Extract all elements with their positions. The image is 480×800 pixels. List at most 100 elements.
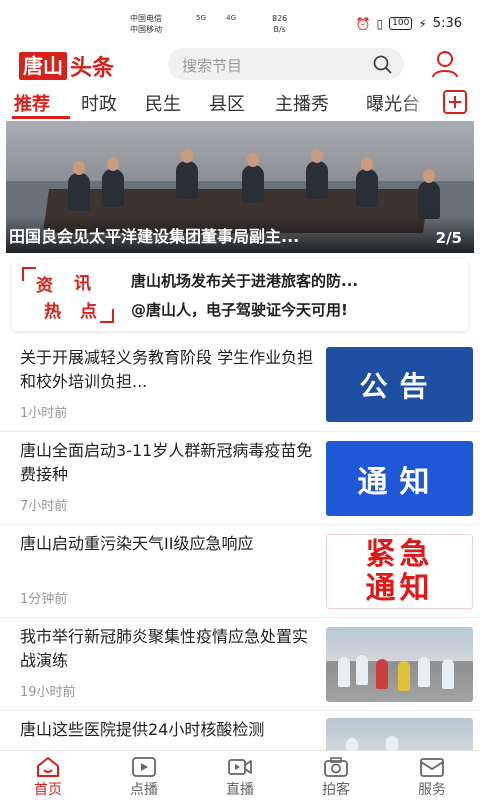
tab-livelihood[interactable]: 民生 xyxy=(145,90,181,116)
nav-label: 拍客 xyxy=(322,782,350,798)
thumbnail-text: 通知 xyxy=(357,464,442,500)
news-time: 19小时前 xyxy=(20,685,76,700)
search-bar[interactable]: 搜索节目 xyxy=(168,48,404,80)
tab-politics[interactable]: 时政 xyxy=(81,90,117,116)
logo-box: 唐山 xyxy=(19,52,67,80)
thumbnail-text: 通知 xyxy=(365,570,434,606)
news-item[interactable]: 我市举行新冠肺炎聚集性疫情应急处置实战演练 19小时前 xyxy=(0,619,480,711)
news-item[interactable]: 唐山全面启动3-11岁人群新冠病毒疫苗免费接种 7小时前 通知 xyxy=(0,433,480,525)
banner-image-figure xyxy=(418,169,440,219)
bottom-nav: 首页 点播 直播 拍客 服务 xyxy=(0,750,480,800)
live-camera-icon xyxy=(228,759,252,775)
add-channel-icon[interactable] xyxy=(443,90,467,114)
news-time: 7小时前 xyxy=(20,499,68,514)
news-title: 关于开展减轻义务教育阶段 学生作业负担和校外培训负担... xyxy=(20,348,314,391)
photo-figure xyxy=(442,659,454,689)
badge-corner xyxy=(100,309,114,323)
banner-image-figure xyxy=(356,157,378,207)
news-feed: 关于开展减轻义务教育阶段 学生作业负担和校外培训负担... 1小时前 公告 唐山… xyxy=(0,340,480,750)
news-thumbnail: 通知 xyxy=(326,441,473,516)
vibrate-icon: ▯ xyxy=(376,16,384,31)
tab-anchor-show[interactable]: 主播秀 xyxy=(275,90,329,116)
headline-carousel[interactable]: 田国良会见太平洋建设集团董事局副主... 2/5 xyxy=(6,121,474,253)
network-2: 4G xyxy=(226,14,237,22)
nav-label: 点播 xyxy=(130,782,158,798)
network-info: 5G 4G xyxy=(196,14,236,22)
category-tabs: 推荐 时政 民生 县区 主播秀 曝光台 xyxy=(0,86,480,120)
active-tab-indicator xyxy=(12,116,70,119)
logo-text: 头条 xyxy=(70,55,115,81)
hot-news-badge: 资 讯 热 点 xyxy=(22,267,114,323)
badge-char: 资 xyxy=(36,276,53,296)
photo-figure xyxy=(398,661,410,691)
hot-news-card[interactable]: 资 讯 热 点 唐山机场发布关于进港旅客的防... @唐山人，电子驾驶证今天可用… xyxy=(12,259,468,331)
news-thumbnail: 紧急 通知 xyxy=(326,534,473,609)
banner-image-figure xyxy=(102,157,124,207)
banner-title: 田国良会见太平洋建设集团董事局副主... xyxy=(9,227,300,246)
tab-fade xyxy=(400,86,440,120)
hot-news-line[interactable]: 唐山机场发布关于进港旅客的防... xyxy=(131,270,461,291)
nav-service[interactable]: 服务 xyxy=(384,751,480,800)
thumbnail-text: 公告 xyxy=(359,369,440,403)
network-1: 5G xyxy=(196,14,206,22)
news-time: 1分钟前 xyxy=(20,592,68,607)
home-icon xyxy=(37,757,59,777)
banner-image-figure xyxy=(68,161,90,211)
tab-counties[interactable]: 县区 xyxy=(209,90,245,116)
charging-icon: ⚡ xyxy=(418,16,427,31)
photo-figure xyxy=(376,659,388,689)
search-icon[interactable] xyxy=(372,54,392,74)
user-profile-icon[interactable] xyxy=(430,49,460,79)
mail-icon xyxy=(420,758,444,777)
nav-label: 直播 xyxy=(226,782,254,798)
tab-recommend[interactable]: 推荐 xyxy=(14,90,50,116)
news-item[interactable]: 唐山启动重污染天气II级应急响应 1分钟前 紧急 通知 xyxy=(0,526,480,618)
play-icon xyxy=(132,757,156,777)
badge-char: 讯 xyxy=(74,274,91,294)
banner-page-indicator: 2/5 xyxy=(435,229,462,247)
news-item[interactable]: 唐山这些医院提供24小时核酸检测 xyxy=(0,712,480,750)
hot-news-line[interactable]: @唐山人，电子驾驶证今天可用! xyxy=(131,299,461,320)
app-header: 唐山 头条 搜索节目 xyxy=(0,42,480,86)
carrier-1: 中国电信 xyxy=(130,14,162,23)
nav-vod[interactable]: 点播 xyxy=(96,751,192,800)
thumbnail-text: 紧急 xyxy=(365,536,434,572)
nav-home[interactable]: 首页 xyxy=(0,751,96,800)
news-title: 唐山全面启动3-11岁人群新冠病毒疫苗免费接种 xyxy=(20,441,313,484)
speed-unit: B/s xyxy=(273,25,286,34)
badge-char: 热 xyxy=(44,302,61,322)
clock: 5:36 xyxy=(432,16,462,31)
nav-label: 服务 xyxy=(418,782,446,798)
carrier-info: 中国电信 中国移动 xyxy=(130,13,162,35)
banner-image-figure xyxy=(242,153,264,203)
nav-paike[interactable]: 拍客 xyxy=(288,751,384,800)
news-title: 我市举行新冠肺炎聚集性疫情应急处置实战演练 xyxy=(20,627,309,670)
photo-figure xyxy=(338,657,350,687)
nav-label: 首页 xyxy=(34,782,62,798)
search-input[interactable]: 搜索节目 xyxy=(182,55,242,76)
status-right: ⏰ ▯ 100 ⚡ 5:36 xyxy=(356,16,462,31)
badge-corner xyxy=(22,267,36,281)
news-thumbnail xyxy=(326,718,473,750)
alarm-icon: ⏰ xyxy=(355,16,371,31)
news-item[interactable]: 关于开展减轻义务教育阶段 学生作业负担和校外培训负担... 1小时前 公告 xyxy=(0,340,480,432)
photo-figure xyxy=(356,655,368,685)
photo-figure xyxy=(386,736,398,750)
network-speed: 826 B/s xyxy=(272,13,287,35)
news-thumbnail xyxy=(326,627,473,702)
photo-figure xyxy=(346,738,358,750)
status-bar: 中国电信 中国移动 5G 4G 826 B/s ⏰ ▯ 100 ⚡ 5:36 xyxy=(0,0,480,42)
news-title: 唐山这些医院提供24小时核酸检测 xyxy=(20,720,265,739)
news-thumbnail: 公告 xyxy=(326,347,473,422)
photo-figure xyxy=(418,657,430,687)
nav-live[interactable]: 直播 xyxy=(192,751,288,800)
banner-image-figure xyxy=(176,149,198,199)
carrier-2: 中国移动 xyxy=(130,25,162,34)
badge-char: 点 xyxy=(80,302,97,322)
app-logo[interactable]: 唐山 头条 xyxy=(19,50,114,82)
news-title: 唐山启动重污染天气II级应急响应 xyxy=(20,534,254,553)
battery-indicator: 100 xyxy=(389,17,413,30)
banner-image-figure xyxy=(306,149,328,199)
news-time: 1小时前 xyxy=(20,406,68,421)
speed-value: 826 xyxy=(272,14,288,23)
